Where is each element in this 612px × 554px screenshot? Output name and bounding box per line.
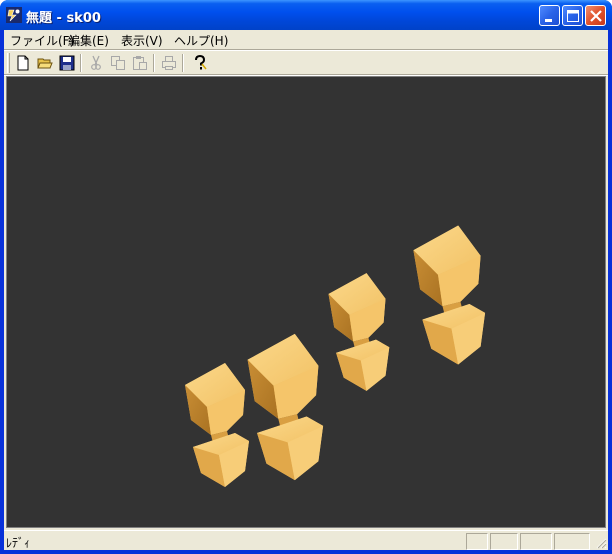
status-pane [466,533,488,550]
status-bar: ﾚﾃﾞｨ [4,530,608,550]
toolbar-separator [153,54,155,72]
status-pane [520,533,552,550]
copy-button[interactable] [108,53,128,73]
maximize-button[interactable] [562,5,583,26]
menu-edit[interactable]: 編集(E) [66,32,111,49]
toolbar [4,51,608,73]
window-title: 無題 - sk00 [26,11,101,26]
status-pane [490,533,518,550]
3d-object[interactable] [247,333,324,481]
paste-icon [133,56,147,70]
status-pane [554,533,590,550]
new-file-icon [17,55,29,71]
3d-viewport[interactable] [6,76,606,528]
help-icon [195,55,207,70]
open-file-button[interactable] [35,53,55,73]
close-icon [590,10,602,22]
client-area: ファイル(F) 編集(E) 表示(V) ヘルプ(H) ﾚﾃﾞｨ [4,30,608,550]
minimize-icon [545,19,552,22]
menu-help[interactable]: ヘルプ(H) [172,32,230,49]
3d-object[interactable] [185,363,249,487]
save-icon [59,55,75,71]
sketch-app-icon[interactable] [6,7,22,23]
application-window: 無題 - sk00 ファイル(F) 編集(E) 表示(V) ヘルプ(H) ﾚﾃﾞ… [0,0,612,554]
resize-grip-icon[interactable] [595,537,607,549]
minimize-button[interactable] [539,5,560,26]
paste-button[interactable] [130,53,150,73]
toolbar-separator [80,54,82,72]
new-file-button[interactable] [13,53,33,73]
maximize-icon [567,10,579,22]
status-text: ﾚﾃﾞｨ [6,536,31,550]
save-button[interactable] [57,53,77,73]
open-folder-icon [37,58,53,69]
3d-object[interactable] [413,225,486,365]
print-icon [162,56,176,70]
title-bar[interactable]: 無題 - sk00 [0,0,612,30]
3d-object[interactable] [328,273,390,391]
cut-icon [91,55,101,70]
help-button[interactable] [190,53,210,73]
menu-view[interactable]: 表示(V) [119,32,165,49]
close-button[interactable] [585,5,606,26]
copy-icon [111,56,125,70]
cut-button[interactable] [86,53,106,73]
toolbar-separator [182,54,184,72]
print-button[interactable] [159,53,179,73]
toolbar-grip[interactable] [7,53,10,73]
menu-bar: ファイル(F) 編集(E) 表示(V) ヘルプ(H) [4,30,608,49]
